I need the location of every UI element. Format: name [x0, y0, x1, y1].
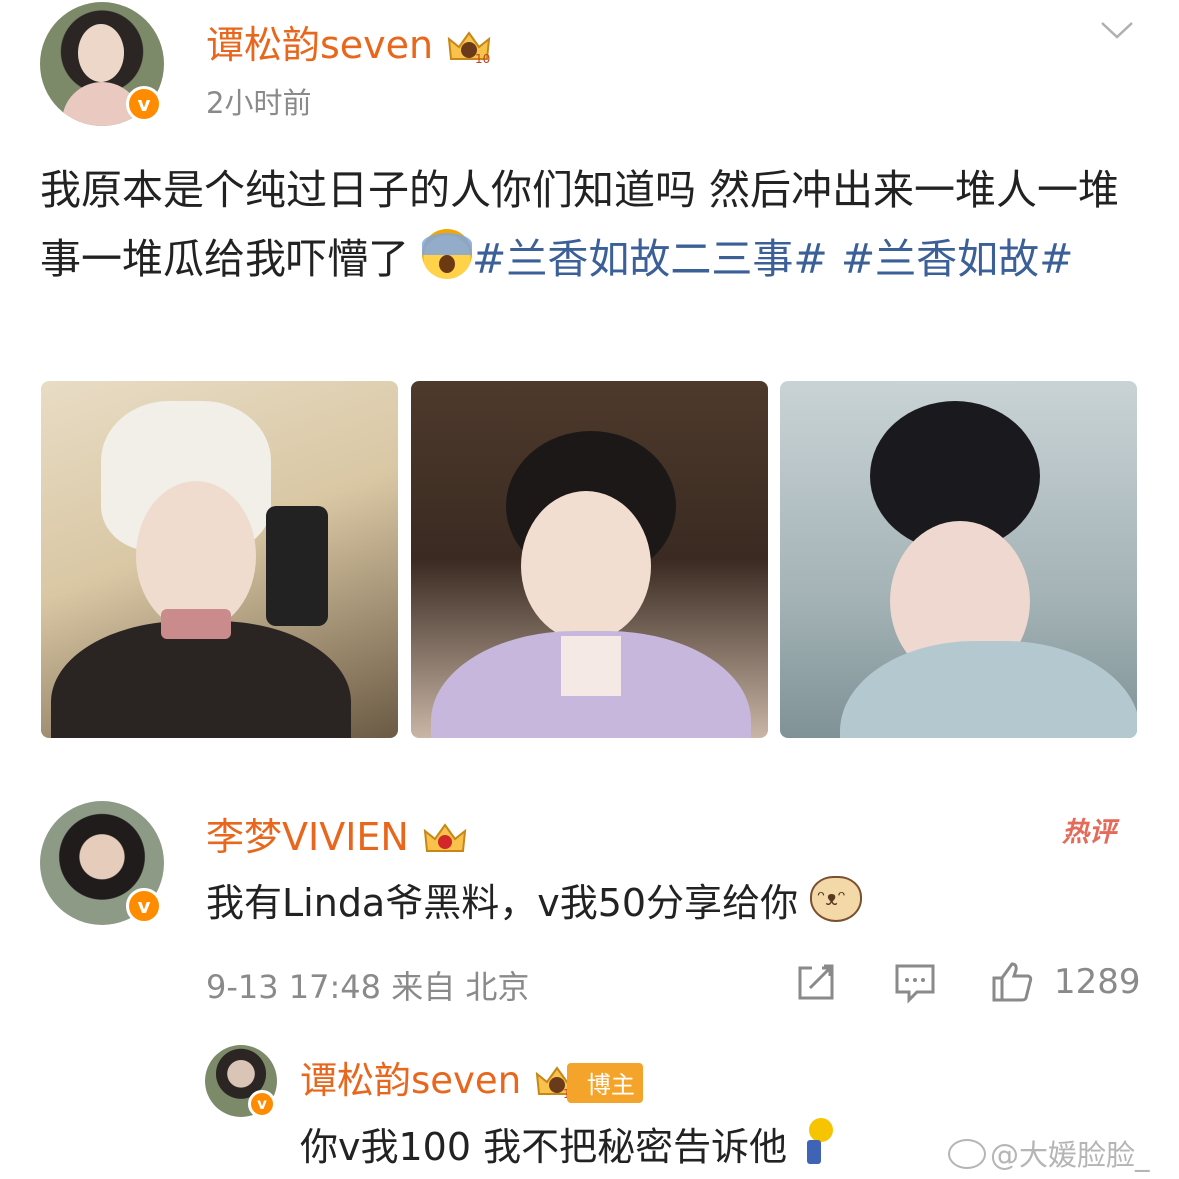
commenter-name-text[interactable]: 李梦VIVIEN — [206, 815, 409, 859]
post-image[interactable] — [41, 381, 398, 738]
reply-author-name[interactable]: 谭松韵seven 10 博主 — [300, 1050, 643, 1104]
post-image[interactable] — [411, 381, 768, 738]
post-author-name-text[interactable]: 谭松韵seven — [206, 23, 433, 67]
comment-text: 我有Linda爷黑料，v我50分享给你 — [206, 872, 863, 927]
svg-text:10: 10 — [475, 52, 490, 66]
watermark-text: @大媛脸脸_ — [990, 1138, 1150, 1172]
host-badge: 博主 — [566, 1062, 643, 1103]
hashtag-link[interactable]: #兰香如故# — [841, 235, 1074, 283]
like-count: 1289 — [1054, 962, 1141, 1002]
post-content: 我原本是个纯过日子的人你们知道吗 然后冲出来一堆人一堆事一堆瓜给我吓懵了 #兰香… — [40, 156, 1140, 294]
comment-icon[interactable] — [893, 960, 937, 1004]
verified-badge-icon: v — [248, 1090, 276, 1118]
comment-text-content: 我有Linda爷黑料，v我50分享给你 — [206, 881, 799, 925]
hot-comment-label: 热评 — [1062, 817, 1116, 848]
commenter-name[interactable]: 李梦VIVIEN — [206, 806, 469, 861]
watermark: @大媛脸脸_ — [948, 1132, 1150, 1174]
hashtag-link[interactable]: #兰香如故二三事# — [472, 235, 828, 283]
chevron-down-icon[interactable] — [1100, 20, 1134, 40]
verified-badge-icon: v — [126, 888, 162, 924]
post-time: 2小时前 — [206, 86, 312, 120]
weibo-logo-icon — [948, 1139, 986, 1169]
post-author-name[interactable]: 谭松韵seven 10 — [206, 14, 493, 69]
member-crown-icon — [423, 822, 467, 852]
like-thumb-icon[interactable] — [990, 960, 1034, 1004]
share-icon[interactable] — [794, 960, 838, 1004]
reply-author-name-text[interactable]: 谭松韵seven — [300, 1059, 521, 1102]
comment-meta: 9-13 17:48 来自 北京 — [206, 968, 530, 1006]
member-crown-icon: 10 — [448, 30, 491, 66]
cat-emoji-icon — [810, 876, 863, 922]
reply-text-content: 你v我100 我不把秘密告诉他 — [300, 1125, 788, 1169]
reply-text: 你v我100 我不把秘密告诉他 — [300, 1116, 835, 1171]
verified-badge-icon: v — [126, 86, 162, 122]
scream-emoji-icon — [422, 229, 473, 279]
post-image[interactable] — [780, 381, 1137, 738]
running-emoji-icon — [799, 1118, 835, 1166]
